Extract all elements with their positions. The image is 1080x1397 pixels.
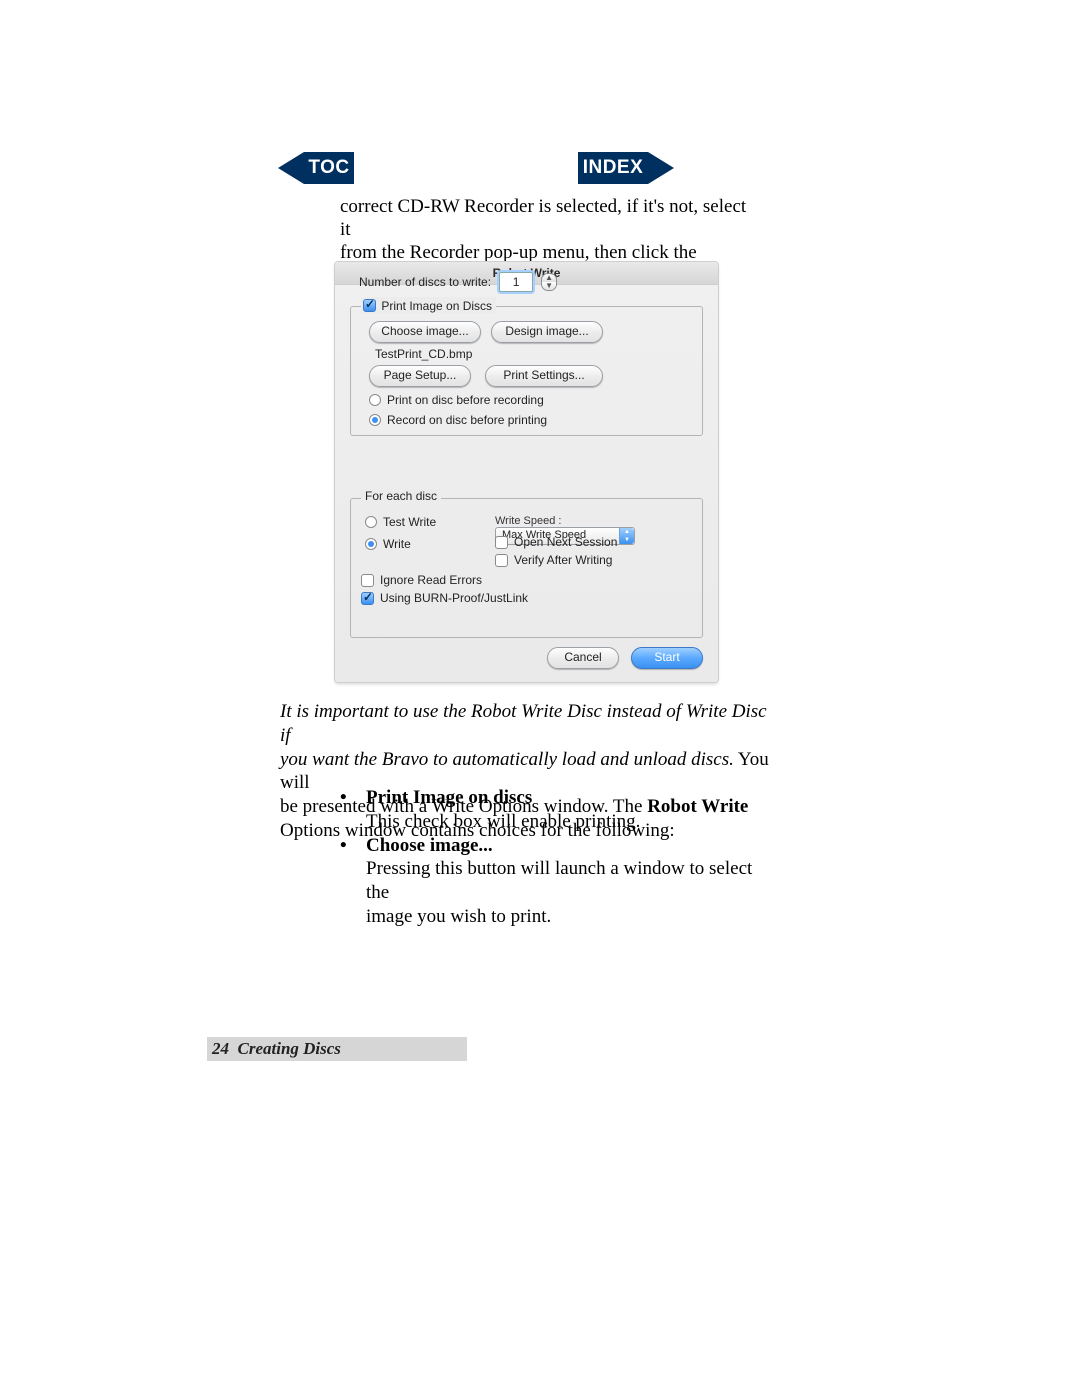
disc-count-label: Number of discs to write: xyxy=(359,275,491,289)
write-speed-label: Write Speed : xyxy=(495,515,561,527)
bullet-item-choose-image: • Choose image... Pressing this button w… xyxy=(340,834,780,929)
checkbox-icon xyxy=(363,299,376,312)
cancel-button[interactable]: Cancel xyxy=(547,647,619,669)
print-before-record-radio[interactable]: Print on disc before recording xyxy=(369,393,544,407)
dropdown-icon xyxy=(619,528,634,544)
disc-count-stepper[interactable]: ▲ ▼ xyxy=(541,273,557,291)
index-label: INDEX xyxy=(578,152,648,184)
bullet-text-line-2: image you wish to print. xyxy=(366,905,780,929)
write-radio[interactable]: Write xyxy=(365,537,411,551)
radio-label: Test Write xyxy=(383,515,436,529)
test-write-radio[interactable]: Test Write xyxy=(365,515,436,529)
checkbox-label: Open Next Session xyxy=(514,535,617,549)
radio-label: Print on disc before recording xyxy=(387,393,544,407)
bullet-text-line-1: Pressing this button will launch a windo… xyxy=(366,857,780,905)
stepper-down-icon: ▼ xyxy=(542,282,556,290)
page-footer: 24 Creating Discs xyxy=(207,1037,467,1061)
chevron-left-icon xyxy=(278,152,304,184)
bullet-list: • Print Image on discs This check box wi… xyxy=(340,786,780,929)
intro-line-2: from the Recorder pop-up menu, then clic… xyxy=(340,242,697,263)
bullet-text: This check box will enable printing. xyxy=(366,810,780,834)
checkbox-icon xyxy=(495,536,508,549)
print-image-group: Print Image on Discs Choose image... Des… xyxy=(350,306,703,436)
checkbox-label: Verify After Writing xyxy=(514,553,612,567)
design-image-button[interactable]: Design image... xyxy=(491,321,603,343)
print-settings-button[interactable]: Print Settings... xyxy=(485,365,603,387)
print-image-group-label: Print Image on Discs xyxy=(361,297,496,313)
nav-row: TOC INDEX xyxy=(278,152,753,188)
open-next-session-checkbox[interactable]: Open Next Session xyxy=(495,535,617,549)
bullet-item-print-image: • Print Image on discs This check box wi… xyxy=(340,786,780,834)
bullet-icon: • xyxy=(340,834,348,929)
burnproof-checkbox[interactable]: Using BURN-Proof/JustLink xyxy=(361,591,528,605)
radio-label: Write xyxy=(383,537,411,551)
print-image-checkbox[interactable] xyxy=(363,299,376,312)
page-number: 24 xyxy=(212,1039,229,1058)
ignore-read-errors-checkbox[interactable]: Ignore Read Errors xyxy=(361,573,482,587)
group-label-text: Print Image on Discs xyxy=(381,299,492,313)
disc-count-input[interactable]: 1 xyxy=(499,272,533,292)
radio-icon xyxy=(365,538,377,550)
checkbox-icon xyxy=(361,592,374,605)
italic-line-2: you want the Bravo to automatically load… xyxy=(280,749,734,770)
radio-icon xyxy=(365,516,377,528)
section-title: Creating Discs xyxy=(238,1039,341,1058)
intro-line-1: correct CD-RW Recorder is selected, if i… xyxy=(340,196,746,240)
group-label-text: For each disc xyxy=(365,489,437,503)
radio-icon xyxy=(369,394,381,406)
for-each-disc-label: For each disc xyxy=(361,489,441,503)
choose-image-button[interactable]: Choose image... xyxy=(369,321,481,343)
disc-count-field: Number of discs to write: 1 ▲ ▼ xyxy=(359,272,557,292)
image-filename: TestPrint_CD.bmp xyxy=(375,347,472,361)
bullet-heading: Choose image... xyxy=(366,834,780,858)
page-setup-button[interactable]: Page Setup... xyxy=(369,365,471,387)
checkbox-label: Ignore Read Errors xyxy=(380,573,482,587)
toc-label: TOC xyxy=(304,152,354,184)
italic-line-1: It is important to use the Robot Write D… xyxy=(280,701,767,746)
radio-label: Record on disc before printing xyxy=(387,413,547,427)
checkbox-label: Using BURN-Proof/JustLink xyxy=(380,591,528,605)
record-before-print-radio[interactable]: Record on disc before printing xyxy=(369,413,547,427)
chevron-right-icon xyxy=(648,152,674,184)
bullet-icon: • xyxy=(340,786,348,834)
bullet-heading: Print Image on discs xyxy=(366,786,780,810)
checkbox-icon xyxy=(495,554,508,567)
start-button[interactable]: Start xyxy=(631,647,703,669)
checkbox-icon xyxy=(361,574,374,587)
radio-icon xyxy=(369,414,381,426)
verify-after-writing-checkbox[interactable]: Verify After Writing xyxy=(495,553,612,567)
robot-write-dialog: Robot Write Print Image on Discs Choose … xyxy=(335,262,718,682)
for-each-disc-group: For each disc Test Write Write Write Spe… xyxy=(350,498,703,638)
